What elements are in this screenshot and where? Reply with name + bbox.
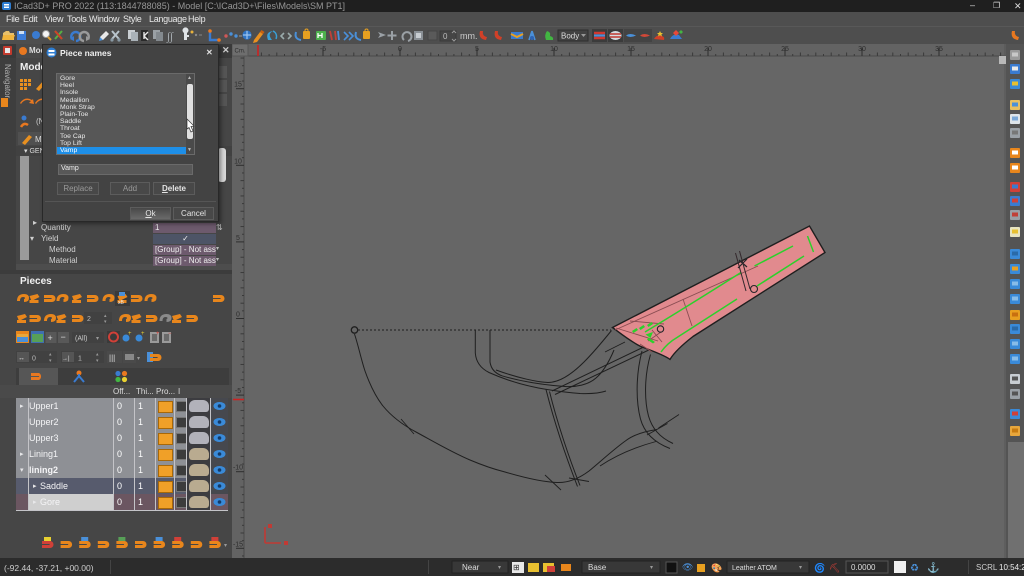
svg-text:Leather ATOM: Leather ATOM (732, 565, 777, 572)
svg-text:▾: ▾ (650, 565, 653, 571)
svg-text:Body: Body (561, 32, 579, 41)
svg-text:20: 20 (704, 46, 712, 53)
svg-text:-5: -5 (320, 46, 326, 53)
svg-text:+: + (141, 331, 145, 337)
svg-text:-5: -5 (235, 388, 241, 395)
svg-text:5: 5 (475, 46, 479, 53)
svg-text:👁: 👁 (682, 562, 693, 572)
svg-text:+: + (128, 331, 132, 337)
svg-text:+: + (156, 331, 160, 337)
svg-text:Base: Base (588, 563, 607, 572)
svg-text:♻: ♻ (910, 563, 919, 574)
svg-text:-15: -15 (233, 541, 243, 548)
svg-text:35: 35 (935, 46, 943, 53)
svg-text:▾: ▾ (96, 336, 99, 342)
svg-text:(All): (All) (75, 336, 87, 343)
svg-text:5: 5 (236, 235, 240, 242)
svg-text:+: + (48, 333, 53, 343)
svg-text:15: 15 (627, 46, 635, 53)
svg-text:⊞: ⊞ (513, 563, 520, 572)
svg-text:0: 0 (443, 32, 448, 41)
svg-text:▾: ▾ (137, 356, 140, 362)
svg-text:0.0000: 0.0000 (851, 563, 876, 572)
svg-text:2: 2 (87, 316, 91, 323)
svg-text:⛏: ⛏ (829, 563, 840, 573)
svg-text:10: 10 (234, 158, 242, 165)
svg-text:30: 30 (858, 46, 866, 53)
svg-text:∫∫: ∫∫ (166, 31, 174, 43)
svg-text:−: − (61, 332, 66, 342)
svg-text:⚓: ⚓ (927, 561, 939, 574)
svg-text:▾: ▾ (498, 565, 501, 571)
svg-text:🎨: 🎨 (711, 562, 722, 573)
svg-text:Near: Near (462, 563, 480, 572)
svg-text:↔: ↔ (18, 355, 25, 362)
svg-text:10: 10 (550, 46, 558, 53)
svg-text:→|: →| (62, 356, 70, 362)
svg-text:1: 1 (78, 356, 82, 363)
svg-text:mm.: mm. (460, 31, 478, 41)
svg-text:xB: xB (118, 300, 125, 306)
svg-text:0: 0 (32, 356, 36, 363)
svg-text:0: 0 (236, 312, 240, 319)
svg-text:▾: ▾ (799, 565, 802, 571)
svg-text:|||: ||| (109, 354, 115, 363)
svg-text:15: 15 (234, 82, 242, 89)
svg-text:25: 25 (781, 46, 789, 53)
svg-text:0: 0 (398, 46, 402, 53)
svg-text:-10: -10 (233, 465, 243, 472)
svg-text:−: − (168, 331, 172, 337)
svg-text:▾: ▾ (224, 543, 227, 549)
svg-text:🌀: 🌀 (814, 562, 825, 573)
svg-text:Cm.: Cm. (235, 49, 246, 55)
